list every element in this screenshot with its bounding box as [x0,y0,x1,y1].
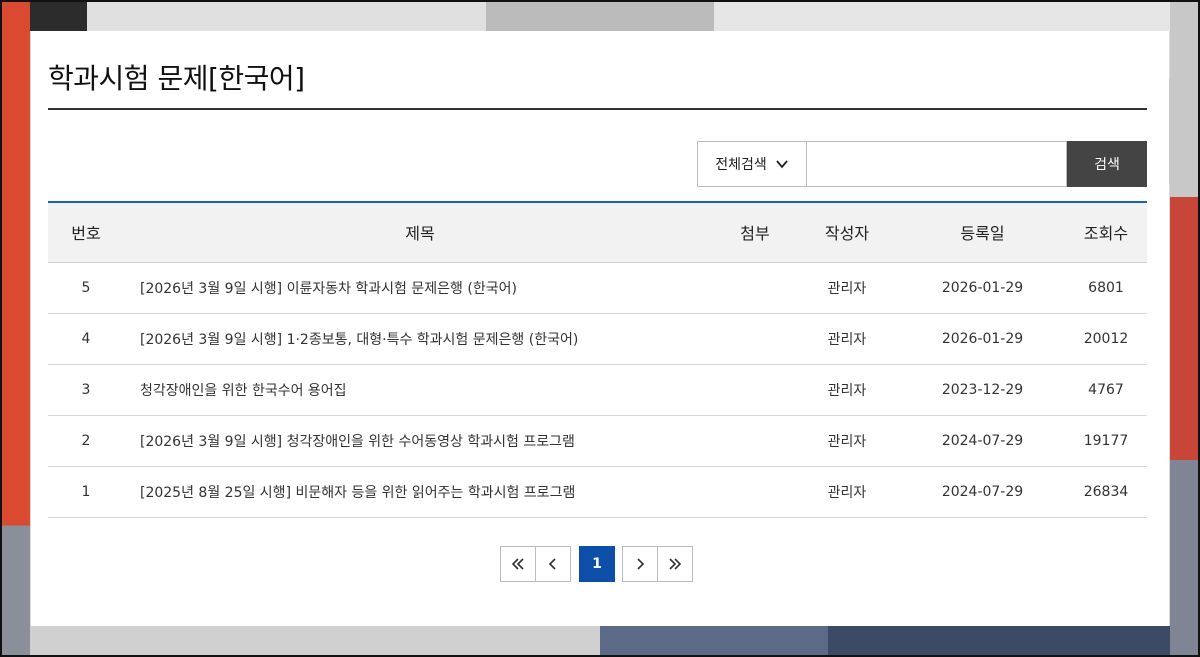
first-page-button[interactable] [500,546,536,582]
row-subject-link[interactable]: [2026년 3월 9일 시행] 1·2종보통, 대형·특수 학과시험 문제은행… [124,313,716,365]
double-chevron-right-icon [669,558,682,570]
table-header-row: 번호 제목 첨부 작성자 등록일 조회수 [48,202,1147,263]
search-input[interactable] [807,141,1067,187]
row-subject-link[interactable]: [2025년 8월 25일 시행] 비문해자 등을 위한 읽어주는 학과시험 프… [124,466,716,518]
last-page-button[interactable] [657,546,693,582]
row-number: 5 [48,262,124,314]
column-header-attachment: 첨부 [716,202,794,263]
table-row: 4 [2026년 3월 9일 시행] 1·2종보통, 대형·특수 학과시험 문제… [48,313,1147,365]
background-right [1170,0,1200,657]
table-row: 2 [2026년 3월 9일 시행] 청각장애인을 위한 수어동영상 학과시험 … [48,415,1147,467]
row-attachment [716,262,794,314]
row-attachment [716,466,794,518]
search-bar: 전체검색 검색 [697,141,1147,187]
row-views: 4767 [1065,364,1147,416]
board-table: 번호 제목 첨부 작성자 등록일 조회수 5 [2026년 3월 9일 시행] … [48,201,1147,518]
row-views: 6801 [1065,262,1147,314]
column-header-views: 조회수 [1065,202,1147,263]
row-number: 4 [48,313,124,365]
table-row: 5 [2026년 3월 9일 시행] 이륜자동차 학과시험 문제은행 (한국어)… [48,262,1147,314]
row-number: 2 [48,415,124,467]
row-writer: 관리자 [794,364,900,416]
row-subject-link[interactable]: [2026년 3월 9일 시행] 이륜자동차 학과시험 문제은행 (한국어) [124,262,716,314]
prev-page-button[interactable] [535,546,571,582]
row-views: 19177 [1065,415,1147,467]
background-top [30,0,1170,31]
row-writer: 관리자 [794,466,900,518]
row-date: 2024-07-29 [900,466,1065,518]
title-divider [48,108,1147,110]
search-scope-select[interactable]: 전체검색 [697,141,807,187]
chevron-left-icon [548,558,556,570]
row-number: 1 [48,466,124,518]
row-subject-link[interactable]: [2026년 3월 9일 시행] 청각장애인을 위한 수어동영상 학과시험 프로… [124,415,716,467]
page-number-current[interactable]: 1 [579,546,615,582]
chevron-down-icon [776,160,788,169]
content-panel: 학과시험 문제[한국어] 전체검색 검색 번호 제목 첨부 작성자 등록일 조회… [31,31,1169,626]
search-scope-label: 전체검색 [715,157,767,173]
background-bottom [30,626,1170,657]
column-header-date: 등록일 [900,202,1065,263]
page-title: 학과시험 문제[한국어] [48,62,305,95]
table-row: 1 [2025년 8월 25일 시행] 비문해자 등을 위한 읽어주는 학과시험… [48,466,1147,518]
next-page-button[interactable] [622,546,658,582]
background-left [0,0,30,657]
row-number: 3 [48,364,124,416]
row-date: 2023-12-29 [900,364,1065,416]
row-views: 20012 [1065,313,1147,365]
search-button[interactable]: 검색 [1067,141,1147,187]
row-date: 2026-01-29 [900,262,1065,314]
double-chevron-left-icon [511,558,524,570]
row-subject-link[interactable]: 청각장애인을 위한 한국수어 용어집 [124,364,716,416]
column-header-number: 번호 [48,202,124,263]
row-attachment [716,313,794,365]
table-row: 3 청각장애인을 위한 한국수어 용어집 관리자 2023-12-29 4767 [48,364,1147,416]
column-header-subject: 제목 [124,202,716,263]
row-writer: 관리자 [794,313,900,365]
row-date: 2026-01-29 [900,313,1065,365]
chevron-right-icon [637,558,645,570]
column-header-writer: 작성자 [794,202,900,263]
row-attachment [716,364,794,416]
row-attachment [716,415,794,467]
row-writer: 관리자 [794,415,900,467]
pagination: 1 [500,546,693,582]
row-views: 26834 [1065,466,1147,518]
row-date: 2024-07-29 [900,415,1065,467]
row-writer: 관리자 [794,262,900,314]
